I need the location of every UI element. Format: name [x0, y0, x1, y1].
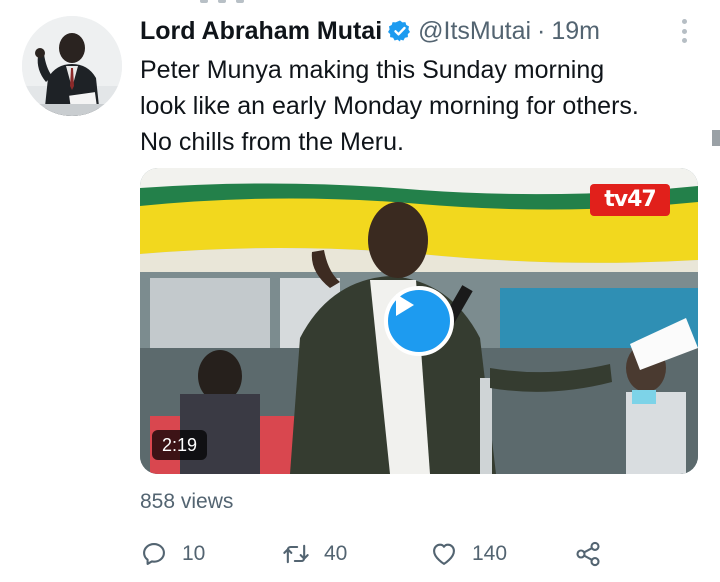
tweet-actions: 10 40 140 — [140, 536, 620, 572]
tweet-text-line: No chills from the Meru. — [140, 128, 404, 156]
tweet-text-line: Peter Munya making this Sunday morning — [140, 56, 605, 84]
channel-logo: tv47 — [590, 184, 670, 216]
reply-icon — [143, 543, 165, 565]
view-count: 858 views — [140, 490, 234, 513]
share-icon — [576, 541, 600, 567]
tweet-text-line: look like an early Monday morning for ot… — [140, 92, 639, 120]
like-count: 140 — [472, 542, 508, 565]
play-icon — [396, 294, 414, 316]
retweet-icon — [283, 544, 309, 564]
reply-count: 10 — [182, 542, 206, 565]
tweet-timestamp[interactable]: 19m — [551, 17, 600, 46]
previous-tweet-fragment — [200, 0, 320, 4]
heart-icon — [433, 543, 455, 565]
video-duration: 2:19 — [152, 430, 208, 460]
scrollbar-thumb[interactable] — [712, 130, 720, 146]
tweet-text: Peter Munya making this Sunday morning l… — [140, 52, 700, 160]
play-button[interactable] — [384, 286, 454, 356]
avatar-photo — [22, 16, 122, 116]
author-handle[interactable]: @ItsMutai — [418, 17, 531, 46]
retweet-count: 40 — [324, 542, 348, 565]
tweet-header: Lord Abraham Mutai @ItsMutai · 19m — [140, 14, 600, 48]
author-display-name[interactable]: Lord Abraham Mutai — [140, 17, 382, 46]
retweet-button[interactable]: 40 — [282, 536, 347, 572]
separator-dot: · — [537, 16, 546, 45]
share-button[interactable] — [574, 536, 602, 572]
more-options-icon[interactable] — [674, 16, 694, 46]
author-avatar[interactable] — [22, 16, 122, 116]
verified-badge-icon — [388, 20, 411, 42]
like-button[interactable]: 140 — [430, 536, 507, 572]
reply-button[interactable]: 10 — [140, 536, 205, 572]
video-player[interactable]: tv47 2:19 — [140, 168, 698, 474]
